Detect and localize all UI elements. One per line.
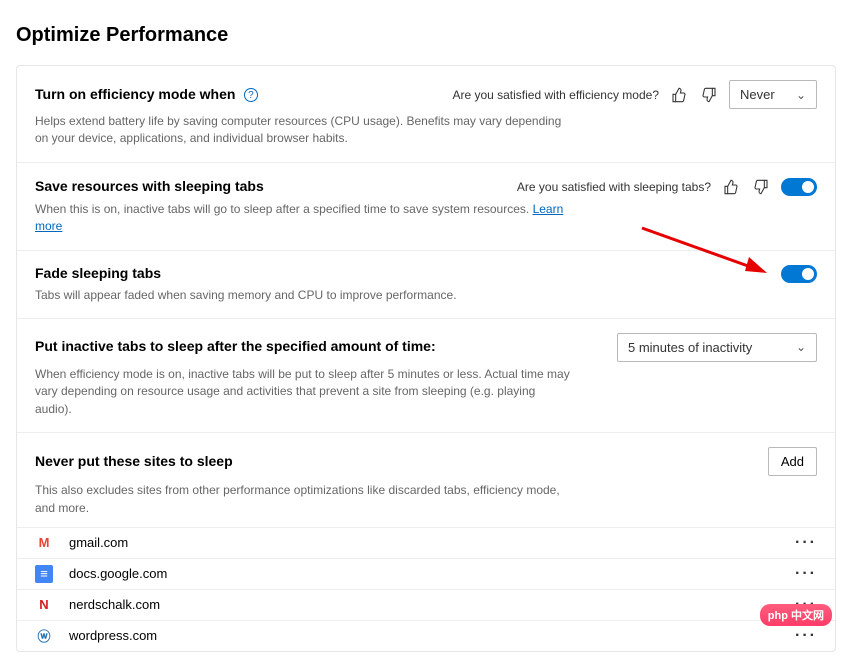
settings-card: Turn on efficiency mode when ? Are you s…: [16, 65, 836, 652]
inactive-desc: When efficiency mode is on, inactive tab…: [35, 366, 575, 418]
chevron-down-icon: ⌄: [796, 88, 806, 102]
site-name: docs.google.com: [69, 566, 167, 581]
site-icon: M: [35, 534, 53, 552]
never-sleep-title: Never put these sites to sleep: [35, 453, 233, 469]
site-icon: ≡: [35, 565, 53, 583]
inactive-select[interactable]: 5 minutes of inactivity ⌄: [617, 333, 817, 362]
efficiency-satisfied-prompt: Are you satisfied with efficiency mode?: [452, 88, 659, 102]
inactive-section: Put inactive tabs to sleep after the spe…: [17, 318, 835, 432]
site-name: nerdschalk.com: [69, 597, 160, 612]
inactive-select-value: 5 minutes of inactivity: [628, 340, 752, 355]
site-row: M gmail.com ···: [17, 527, 835, 558]
sites-list: M gmail.com ··· ≡ docs.google.com ··· N …: [17, 527, 835, 651]
fade-title: Fade sleeping tabs: [35, 265, 161, 281]
fade-desc: Tabs will appear faded when saving memor…: [35, 287, 575, 304]
efficiency-select-value: Never: [740, 87, 775, 102]
watermark-badge: php 中文网: [760, 604, 832, 626]
never-sleep-desc: This also excludes sites from other perf…: [35, 482, 575, 517]
sleeping-desc: When this is on, inactive tabs will go t…: [35, 201, 575, 236]
site-name: gmail.com: [69, 535, 128, 550]
more-icon[interactable]: ···: [795, 534, 817, 552]
fade-toggle[interactable]: [781, 265, 817, 283]
never-sleep-header: Never put these sites to sleep Add This …: [17, 432, 835, 527]
page-title: Optimize Performance: [16, 24, 836, 47]
more-icon[interactable]: ···: [795, 565, 817, 583]
efficiency-title: Turn on efficiency mode when: [35, 86, 235, 102]
site-row: ⓦ wordpress.com ···: [17, 620, 835, 651]
site-row: ≡ docs.google.com ···: [17, 558, 835, 589]
sleeping-title: Save resources with sleeping tabs: [35, 178, 264, 194]
sleeping-toggle[interactable]: [781, 178, 817, 196]
site-icon: N: [35, 596, 53, 614]
efficiency-section: Turn on efficiency mode when ? Are you s…: [17, 66, 835, 162]
help-icon[interactable]: ?: [244, 88, 258, 102]
thumbs-up-icon[interactable]: [721, 177, 741, 197]
site-row: N nerdschalk.com ···: [17, 589, 835, 620]
fade-section: Fade sleeping tabs Tabs will appear fade…: [17, 250, 835, 318]
thumbs-down-icon[interactable]: [751, 177, 771, 197]
chevron-down-icon: ⌄: [796, 340, 806, 354]
sleeping-section: Save resources with sleeping tabs Are yo…: [17, 162, 835, 250]
add-button[interactable]: Add: [768, 447, 817, 476]
thumbs-down-icon[interactable]: [699, 85, 719, 105]
inactive-title: Put inactive tabs to sleep after the spe…: [35, 338, 436, 354]
efficiency-select[interactable]: Never ⌄: [729, 80, 817, 109]
efficiency-desc: Helps extend battery life by saving comp…: [35, 113, 575, 148]
thumbs-up-icon[interactable]: [669, 85, 689, 105]
sleeping-satisfied-prompt: Are you satisfied with sleeping tabs?: [517, 180, 711, 194]
